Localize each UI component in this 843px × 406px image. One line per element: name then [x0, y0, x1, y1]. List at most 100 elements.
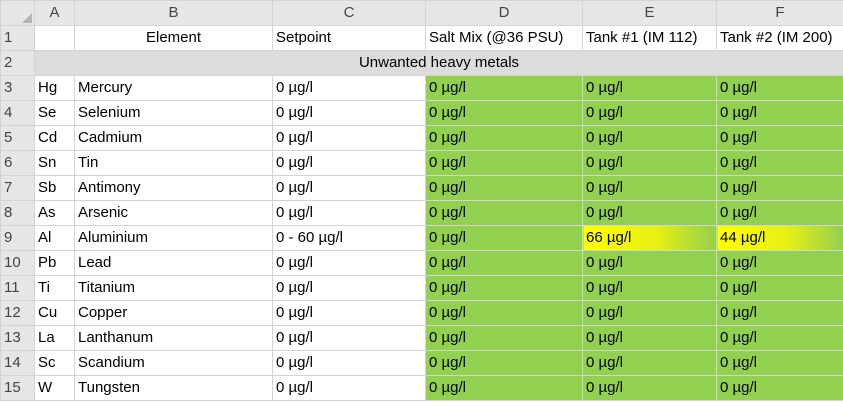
- cell-setpoint[interactable]: 0 µg/l: [272, 100, 426, 126]
- cell-saltmix-value[interactable]: 0 µg/l: [425, 175, 583, 201]
- row-number[interactable]: 2: [0, 50, 35, 76]
- cell-symbol[interactable]: Pb: [34, 250, 75, 276]
- cell-tank1-value[interactable]: 0 µg/l: [582, 75, 717, 101]
- cell-symbol[interactable]: Sn: [34, 150, 75, 176]
- cell-tank2-value[interactable]: 0 µg/l: [716, 375, 843, 401]
- cell-element-name[interactable]: Lead: [74, 250, 273, 276]
- cell-setpoint[interactable]: 0 µg/l: [272, 275, 426, 301]
- cell-saltmix-value[interactable]: 0 µg/l: [425, 350, 583, 376]
- cell-tank2-value[interactable]: 0 µg/l: [716, 100, 843, 126]
- cell-symbol[interactable]: Hg: [34, 75, 75, 101]
- cell-setpoint[interactable]: 0 µg/l: [272, 200, 426, 226]
- cell-setpoint[interactable]: 0 µg/l: [272, 325, 426, 351]
- cell-element-name[interactable]: Lanthanum: [74, 325, 273, 351]
- cell-element-name[interactable]: Tungsten: [74, 375, 273, 401]
- cell-a1[interactable]: [34, 25, 75, 51]
- row-number[interactable]: 4: [0, 100, 35, 126]
- cell-tank2-value[interactable]: 0 µg/l: [716, 325, 843, 351]
- row-number[interactable]: 12: [0, 300, 35, 326]
- cell-tank2-value[interactable]: 44 µg/l: [716, 225, 843, 251]
- cell-setpoint[interactable]: 0 µg/l: [272, 125, 426, 151]
- cell-symbol[interactable]: Se: [34, 100, 75, 126]
- row-number[interactable]: 3: [0, 75, 35, 101]
- cell-saltmix-value[interactable]: 0 µg/l: [425, 75, 583, 101]
- cell-tank2-value[interactable]: 0 µg/l: [716, 250, 843, 276]
- cell-saltmix-value[interactable]: 0 µg/l: [425, 325, 583, 351]
- cell-element-name[interactable]: Arsenic: [74, 200, 273, 226]
- cell-symbol[interactable]: Sc: [34, 350, 75, 376]
- select-all-corner[interactable]: [0, 0, 35, 26]
- cell-tank1-value[interactable]: 66 µg/l: [582, 225, 717, 251]
- cell-setpoint[interactable]: 0 µg/l: [272, 300, 426, 326]
- row-number[interactable]: 13: [0, 325, 35, 351]
- cell-saltmix-header[interactable]: Salt Mix (@36 PSU): [425, 25, 583, 51]
- cell-tank1-value[interactable]: 0 µg/l: [582, 300, 717, 326]
- cell-element-name[interactable]: Selenium: [74, 100, 273, 126]
- row-number[interactable]: 6: [0, 150, 35, 176]
- row-number[interactable]: 10: [0, 250, 35, 276]
- cell-element-name[interactable]: Scandium: [74, 350, 273, 376]
- cell-setpoint[interactable]: 0 - 60 µg/l: [272, 225, 426, 251]
- cell-saltmix-value[interactable]: 0 µg/l: [425, 375, 583, 401]
- cell-tank1-header[interactable]: Tank #1 (IM 112): [582, 25, 717, 51]
- cell-tank1-value[interactable]: 0 µg/l: [582, 350, 717, 376]
- cell-symbol[interactable]: As: [34, 200, 75, 226]
- row-number[interactable]: 14: [0, 350, 35, 376]
- row-number[interactable]: 9: [0, 225, 35, 251]
- cell-saltmix-value[interactable]: 0 µg/l: [425, 200, 583, 226]
- cell-tank1-value[interactable]: 0 µg/l: [582, 150, 717, 176]
- cell-element-name[interactable]: Aluminium: [74, 225, 273, 251]
- cell-tank1-value[interactable]: 0 µg/l: [582, 125, 717, 151]
- cell-setpoint[interactable]: 0 µg/l: [272, 175, 426, 201]
- cell-saltmix-value[interactable]: 0 µg/l: [425, 225, 583, 251]
- cell-tank2-header[interactable]: Tank #2 (IM 200): [716, 25, 843, 51]
- cell-saltmix-value[interactable]: 0 µg/l: [425, 300, 583, 326]
- row-number[interactable]: 11: [0, 275, 35, 301]
- column-header-c[interactable]: C: [272, 0, 426, 26]
- cell-symbol[interactable]: Al: [34, 225, 75, 251]
- cell-symbol[interactable]: Ti: [34, 275, 75, 301]
- cell-tank2-value[interactable]: 0 µg/l: [716, 175, 843, 201]
- row-number[interactable]: 7: [0, 175, 35, 201]
- cell-element-name[interactable]: Titanium: [74, 275, 273, 301]
- cell-tank2-value[interactable]: 0 µg/l: [716, 150, 843, 176]
- cell-setpoint-header[interactable]: Setpoint: [272, 25, 426, 51]
- cell-tank1-value[interactable]: 0 µg/l: [582, 250, 717, 276]
- column-header-b[interactable]: B: [74, 0, 273, 26]
- column-header-e[interactable]: E: [582, 0, 717, 26]
- cell-saltmix-value[interactable]: 0 µg/l: [425, 250, 583, 276]
- row-number[interactable]: 15: [0, 375, 35, 401]
- cell-tank2-value[interactable]: 0 µg/l: [716, 125, 843, 151]
- cell-tank2-value[interactable]: 0 µg/l: [716, 300, 843, 326]
- cell-symbol[interactable]: La: [34, 325, 75, 351]
- cell-tank2-value[interactable]: 0 µg/l: [716, 350, 843, 376]
- cell-tank1-value[interactable]: 0 µg/l: [582, 100, 717, 126]
- cell-setpoint[interactable]: 0 µg/l: [272, 350, 426, 376]
- cell-symbol[interactable]: Cu: [34, 300, 75, 326]
- cell-setpoint[interactable]: 0 µg/l: [272, 250, 426, 276]
- cell-saltmix-value[interactable]: 0 µg/l: [425, 100, 583, 126]
- cell-saltmix-value[interactable]: 0 µg/l: [425, 125, 583, 151]
- cell-tank1-value[interactable]: 0 µg/l: [582, 175, 717, 201]
- cell-element-name[interactable]: Copper: [74, 300, 273, 326]
- row-number[interactable]: 8: [0, 200, 35, 226]
- cell-saltmix-value[interactable]: 0 µg/l: [425, 275, 583, 301]
- cell-symbol[interactable]: Cd: [34, 125, 75, 151]
- row-number[interactable]: 5: [0, 125, 35, 151]
- cell-tank1-value[interactable]: 0 µg/l: [582, 200, 717, 226]
- cell-tank1-value[interactable]: 0 µg/l: [582, 275, 717, 301]
- cell-element-name[interactable]: Mercury: [74, 75, 273, 101]
- cell-element-name[interactable]: Cadmium: [74, 125, 273, 151]
- row-number[interactable]: 1: [0, 25, 35, 51]
- cell-setpoint[interactable]: 0 µg/l: [272, 150, 426, 176]
- column-header-d[interactable]: D: [425, 0, 583, 26]
- cell-setpoint[interactable]: 0 µg/l: [272, 75, 426, 101]
- cell-tank1-value[interactable]: 0 µg/l: [582, 375, 717, 401]
- column-header-f[interactable]: F: [716, 0, 843, 26]
- cell-element-name[interactable]: Antimony: [74, 175, 273, 201]
- cell-element-header[interactable]: Element: [74, 25, 273, 51]
- section-title-cell[interactable]: Unwanted heavy metals: [34, 50, 843, 76]
- cell-tank2-value[interactable]: 0 µg/l: [716, 75, 843, 101]
- cell-symbol[interactable]: W: [34, 375, 75, 401]
- cell-tank2-value[interactable]: 0 µg/l: [716, 200, 843, 226]
